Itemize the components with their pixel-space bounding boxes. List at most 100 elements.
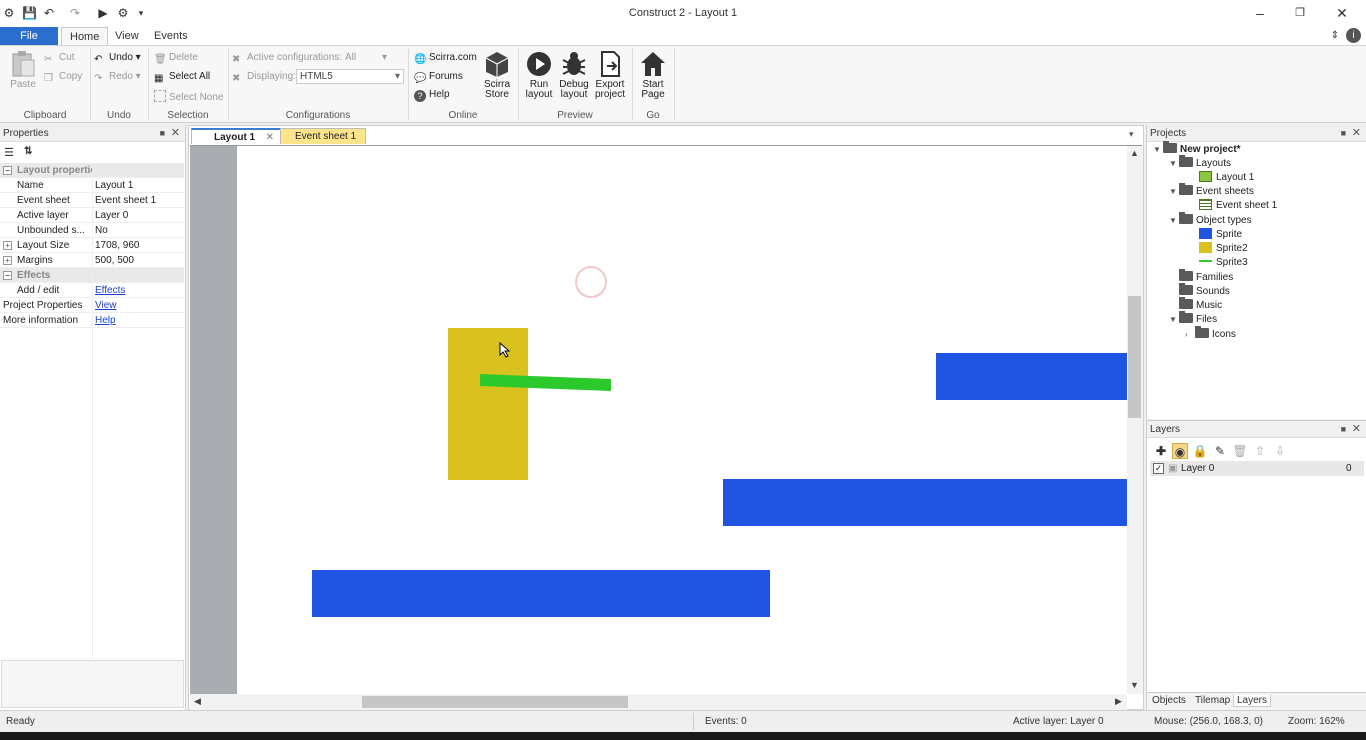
tab-event-sheet-1[interactable]: Event sheet 1 bbox=[280, 128, 366, 144]
property-value[interactable]: Layout 1 bbox=[95, 178, 133, 193]
expand-icon[interactable]: + bbox=[3, 256, 12, 265]
tab-file[interactable]: File bbox=[0, 27, 58, 45]
info-icon[interactable]: i bbox=[1346, 28, 1361, 43]
vertical-scrollbar[interactable]: ▲ ▼ bbox=[1127, 146, 1143, 694]
select-none-button[interactable]: Select None bbox=[154, 90, 223, 103]
layer-visible-checkbox[interactable]: ✓ bbox=[1153, 463, 1164, 474]
tree-project-root[interactable]: ▼ New project* bbox=[1153, 141, 1241, 157]
move-up-icon[interactable]: ⇧ bbox=[1252, 443, 1268, 459]
property-value[interactable]: Layer 0 bbox=[95, 208, 128, 223]
help-link[interactable]: ? Help bbox=[414, 89, 450, 102]
categorized-view-icon[interactable]: ☰ bbox=[4, 146, 14, 159]
property-value[interactable]: Event sheet 1 bbox=[95, 193, 156, 208]
run-layout-button[interactable]: Run layout bbox=[522, 50, 556, 100]
layout-canvas[interactable] bbox=[237, 146, 1127, 694]
tab-layers[interactable]: Layers bbox=[1233, 695, 1272, 707]
tab-home[interactable]: Home bbox=[61, 27, 109, 45]
horizontal-scrollbar[interactable]: ◀ ▶ bbox=[190, 694, 1127, 710]
collapse-icon[interactable]: − bbox=[3, 166, 12, 175]
tree-layout-1[interactable]: Layout 1 bbox=[1199, 171, 1254, 185]
tab-tilemap[interactable]: Tilemap bbox=[1195, 695, 1230, 706]
horizontal-scroll-thumb[interactable] bbox=[362, 696, 628, 708]
close-icon[interactable]: ✕ bbox=[1352, 125, 1361, 142]
scroll-up-icon[interactable]: ▲ bbox=[1130, 148, 1139, 158]
select-all-button[interactable]: ▦ Select All bbox=[154, 71, 210, 85]
tree-object-sprite2[interactable]: Sprite2 bbox=[1199, 242, 1248, 256]
copy-button[interactable]: ❐ Copy bbox=[44, 71, 82, 85]
close-button[interactable]: ✕ bbox=[1332, 4, 1352, 22]
tab-events[interactable]: Events bbox=[146, 27, 196, 45]
tab-objects[interactable]: Objects bbox=[1152, 695, 1186, 706]
scirra-store-button[interactable]: Scirra Store bbox=[480, 50, 514, 100]
tree-event-sheet-1[interactable]: Event sheet 1 bbox=[1199, 199, 1277, 213]
sprite-instance[interactable] bbox=[312, 570, 770, 617]
tree-object-types[interactable]: ▼ Object types bbox=[1169, 212, 1252, 228]
sprite-instance[interactable] bbox=[936, 353, 1127, 400]
tab-list-chevron-icon[interactable]: ▾ bbox=[1129, 129, 1134, 140]
tree-object-sprite3[interactable]: Sprite3 bbox=[1199, 256, 1248, 270]
delete-layer-icon[interactable]: 🗑 bbox=[1232, 443, 1248, 459]
property-value[interactable]: No bbox=[95, 223, 108, 238]
active-configurations-select[interactable]: All ▾ bbox=[345, 52, 387, 63]
tree-icons[interactable]: › Icons bbox=[1185, 326, 1236, 342]
start-page-button[interactable]: Start Page bbox=[636, 50, 670, 100]
debug-layout-button[interactable]: Debug layout bbox=[557, 50, 591, 100]
lock-icon[interactable]: ▣ bbox=[1168, 461, 1177, 476]
scroll-right-icon[interactable]: ▶ bbox=[1115, 696, 1122, 707]
displaying-select[interactable]: HTML5 ▾ bbox=[296, 69, 404, 84]
chevron-right-icon[interactable]: › bbox=[1185, 328, 1195, 342]
tab-view[interactable]: View bbox=[107, 27, 147, 45]
tree-sounds[interactable]: Sounds bbox=[1179, 283, 1230, 299]
view-link[interactable]: View bbox=[95, 298, 117, 313]
close-icon[interactable]: ✕ bbox=[171, 125, 180, 142]
pin-icon[interactable]: ■ bbox=[1341, 125, 1346, 142]
move-down-icon[interactable]: ⇩ bbox=[1272, 443, 1288, 459]
sprite3-instance[interactable] bbox=[477, 370, 613, 394]
scirra-link[interactable]: 🌐 Scirra.com bbox=[414, 52, 477, 66]
effects-link[interactable]: Effects bbox=[95, 283, 125, 298]
pin-icon[interactable]: ■ bbox=[160, 125, 165, 142]
scroll-down-icon[interactable]: ▼ bbox=[1130, 680, 1139, 690]
tree-event-sheets[interactable]: ▼ Event sheets bbox=[1169, 183, 1254, 199]
close-icon[interactable]: ✕ bbox=[1352, 421, 1361, 438]
chevron-down-icon[interactable]: ▼ bbox=[1169, 313, 1179, 327]
chevron-down-icon[interactable]: ▼ bbox=[1169, 185, 1179, 199]
collapse-icon[interactable]: − bbox=[3, 271, 12, 280]
property-value[interactable]: 500, 500 bbox=[95, 253, 134, 268]
scroll-left-icon[interactable]: ◀ bbox=[194, 696, 201, 707]
property-key: Margins bbox=[17, 255, 53, 266]
help-link[interactable]: Help bbox=[95, 313, 116, 328]
expand-icon[interactable]: + bbox=[3, 241, 12, 250]
vertical-scroll-thumb[interactable] bbox=[1128, 296, 1141, 418]
tree-families[interactable]: Families bbox=[1179, 269, 1233, 285]
close-icon[interactable]: ✕ bbox=[266, 130, 274, 145]
ribbon-collapse-icon[interactable]: ⇕ bbox=[1328, 29, 1342, 43]
pin-icon[interactable]: ■ bbox=[1341, 421, 1346, 438]
add-layer-icon[interactable]: ✚ bbox=[1153, 443, 1169, 459]
edit-icon[interactable]: ✎ bbox=[1212, 443, 1228, 459]
property-value[interactable]: 1708, 960 bbox=[95, 238, 140, 253]
tab-layout-1[interactable]: Layout 1 ✕ bbox=[191, 128, 281, 144]
tree-layouts[interactable]: ▼ Layouts bbox=[1169, 155, 1231, 171]
sprite2-instance[interactable] bbox=[448, 328, 528, 480]
chevron-down-icon[interactable]: ▼ bbox=[1169, 214, 1179, 228]
sort-alpha-icon[interactable]: ⇅ bbox=[24, 146, 32, 157]
paste-button[interactable]: Paste bbox=[6, 50, 40, 90]
layer-row[interactable]: ✓ ▣ Layer 0 0 bbox=[1150, 461, 1364, 476]
eye-icon[interactable]: ◉ bbox=[1172, 443, 1188, 459]
sprite-instance[interactable] bbox=[723, 479, 1127, 526]
forums-link[interactable]: 💬 Forums bbox=[414, 71, 463, 85]
cut-button[interactable]: ✂ Cut bbox=[44, 52, 75, 66]
tree-object-sprite[interactable]: Sprite bbox=[1199, 228, 1242, 242]
export-project-button[interactable]: Export project bbox=[593, 50, 627, 100]
chevron-down-icon[interactable]: ▼ bbox=[1153, 143, 1163, 157]
maximize-button[interactable]: ❐ bbox=[1290, 4, 1310, 22]
redo-button[interactable]: ↷ Redo ▾ bbox=[94, 71, 141, 85]
delete-button[interactable]: 🗑 Delete bbox=[154, 52, 198, 66]
tree-files[interactable]: ▼ Files bbox=[1169, 311, 1217, 327]
tree-music[interactable]: Music bbox=[1179, 297, 1222, 313]
chevron-down-icon[interactable]: ▼ bbox=[1169, 157, 1179, 171]
lock-icon[interactable]: 🔒 bbox=[1192, 443, 1208, 459]
undo-button[interactable]: ↶ Undo ▾ bbox=[94, 52, 141, 66]
minimize-button[interactable]: – bbox=[1250, 4, 1270, 22]
